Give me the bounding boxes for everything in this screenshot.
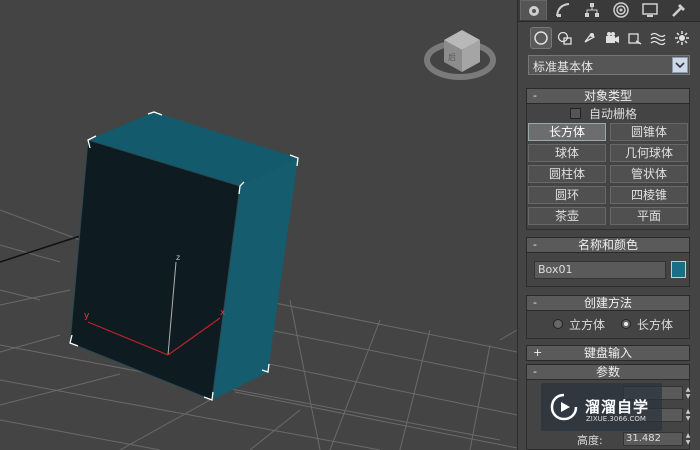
cylinder-button[interactable]: 圆柱体 (528, 165, 606, 183)
cameras-icon[interactable] (601, 27, 623, 49)
create-tab-icon[interactable] (520, 0, 547, 20)
geometry-icon[interactable] (530, 27, 552, 49)
utilities-tab-icon[interactable] (665, 0, 692, 20)
viewcube[interactable]: 后 (424, 30, 496, 80)
watermark-title: 溜溜自学 (585, 398, 650, 416)
display-tab-icon[interactable] (636, 0, 663, 20)
creation-method-title: 创建方法 (583, 296, 632, 310)
name-color-rollout-header[interactable]: - 名称和颜色 (526, 237, 690, 253)
geosphere-button[interactable]: 几何球体 (610, 144, 688, 162)
box01-object[interactable] (69, 112, 298, 401)
cube-radio[interactable] (553, 319, 563, 329)
systems-icon[interactable] (671, 27, 693, 49)
autogrid-label: 自动栅格 (589, 107, 638, 121)
perspective-viewport[interactable]: y x z 后 (0, 0, 517, 450)
hierarchy-tab-icon[interactable] (578, 0, 605, 20)
modify-tab-icon[interactable] (549, 0, 576, 20)
axis-label-y: y (84, 311, 90, 321)
cone-button[interactable]: 圆锥体 (610, 123, 688, 141)
viewport-scene: y x z 后 (0, 30, 517, 450)
command-panel-tabs (518, 0, 700, 22)
length-spinner-arrows[interactable]: ▲ ▼ (684, 386, 692, 400)
axis-label-z: z (176, 253, 180, 262)
height-spinner[interactable]: 31.482 (623, 432, 683, 446)
height-label: 高度: (577, 434, 603, 447)
width-spinner-arrows[interactable]: ▲ ▼ (684, 408, 692, 422)
height-spinner-arrows[interactable]: ▲ ▼ (684, 432, 692, 446)
box-radio[interactable] (621, 319, 631, 329)
chevron-down-icon[interactable] (672, 57, 688, 73)
keyboard-entry-title: 键盘输入 (583, 346, 632, 360)
box-radio-label: 长方体 (637, 318, 674, 332)
parameters-rollout-header[interactable]: - 参数 (526, 364, 690, 380)
shapes-icon[interactable] (554, 27, 576, 49)
object-type-rollout-header[interactable]: - 对象类型 (526, 88, 690, 104)
axis-label-x: x (220, 308, 226, 318)
object-type-rollout: 自动栅格 长方体 圆锥体 球体 几何球体 圆柱体 管状体 圆环 四棱锥 茶壶 平… (526, 104, 690, 230)
watermark: 溜溜自学 ZIXUE.3066.COM (541, 383, 662, 431)
home-grid-axis-line (0, 235, 81, 263)
plane-button[interactable]: 平面 (610, 207, 688, 225)
parameters-title: 参数 (595, 365, 620, 379)
autogrid-checkbox[interactable] (570, 108, 581, 119)
watermark-subtitle: ZIXUE.3066.COM (586, 415, 646, 423)
creation-method-rollout-header[interactable]: - 创建方法 (526, 295, 690, 311)
object-type-dropdown[interactable]: 标准基本体 (528, 55, 690, 75)
sphere-button[interactable]: 球体 (528, 144, 606, 162)
object-category-row (526, 27, 698, 49)
box-button[interactable]: 长方体 (528, 123, 606, 141)
dropdown-value: 标准基本体 (533, 60, 594, 74)
torus-button[interactable]: 圆环 (528, 186, 606, 204)
teapot-button[interactable]: 茶壶 (528, 207, 606, 225)
motion-tab-icon[interactable] (607, 0, 634, 20)
viewcube-face-label: 后 (448, 52, 456, 62)
watermark-logo-icon (550, 393, 578, 421)
helpers-icon[interactable] (624, 27, 646, 49)
object-type-title: 对象类型 (583, 89, 632, 103)
spacewarps-icon[interactable] (647, 27, 669, 49)
name-color-title: 名称和颜色 (577, 238, 638, 252)
pyramid-button[interactable]: 四棱锥 (610, 186, 688, 204)
object-color-swatch[interactable] (671, 261, 686, 278)
keyboard-entry-rollout-header[interactable]: + 键盘输入 (526, 345, 690, 361)
creation-method-rollout: 立方体 长方体 (526, 311, 690, 339)
cube-radio-label: 立方体 (569, 318, 606, 332)
lights-icon[interactable] (578, 27, 600, 49)
tube-button[interactable]: 管状体 (610, 165, 688, 183)
object-name-field[interactable]: Box01 (534, 261, 666, 279)
